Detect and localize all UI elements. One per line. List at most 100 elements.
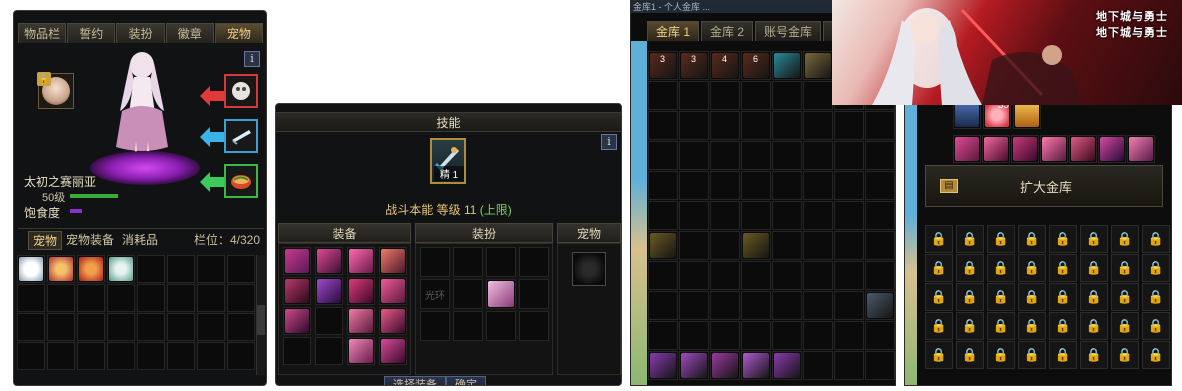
inventory-slot[interactable] (137, 342, 165, 370)
storage-slot[interactable] (834, 231, 864, 260)
equip-slot[interactable] (283, 277, 311, 305)
inventory-slot[interactable] (1011, 135, 1039, 163)
inventory-slot[interactable] (17, 255, 45, 283)
inventory-slot[interactable] (227, 342, 255, 370)
storage-slot[interactable] (679, 291, 709, 320)
pet-equip-slot-green[interactable] (224, 164, 258, 198)
tab-emblem[interactable]: 徽章 (165, 23, 214, 43)
avatar-slot[interactable] (420, 311, 450, 341)
inventory-slot[interactable] (107, 313, 135, 341)
storage-slot[interactable] (834, 321, 864, 350)
storage-slot[interactable] (679, 231, 709, 260)
avatar-slot[interactable] (420, 247, 450, 277)
inventory-slot[interactable]: 35 (983, 101, 1011, 129)
storage-slot[interactable] (772, 51, 802, 80)
storage-slot[interactable] (772, 261, 802, 290)
locked-pet-slot[interactable]: 🔒 (37, 72, 74, 109)
equip-slot[interactable] (379, 337, 407, 365)
storage-slot[interactable]: 3 (648, 51, 678, 80)
tab-account-storage[interactable]: 账号金库 (755, 21, 822, 41)
storage-slot[interactable] (741, 291, 771, 320)
tab-inventory[interactable]: 物品栏 (18, 23, 67, 43)
inventory-slot[interactable] (137, 255, 165, 283)
storage-slot[interactable] (741, 201, 771, 230)
inventory-slot[interactable] (982, 135, 1010, 163)
storage-slot[interactable] (741, 171, 771, 200)
storage-slot[interactable] (803, 291, 833, 320)
storage-slot[interactable] (710, 291, 740, 320)
avatar-slot[interactable] (519, 247, 549, 277)
inventory-slot[interactable] (17, 313, 45, 341)
storage-slot[interactable] (710, 231, 740, 260)
inventory-slot[interactable] (47, 342, 75, 370)
storage-slot[interactable] (710, 201, 740, 230)
equip-slot[interactable] (315, 277, 343, 305)
storage-slot[interactable] (741, 261, 771, 290)
storage-slot[interactable] (710, 261, 740, 290)
pet-slot[interactable] (572, 252, 606, 286)
tab-storage-2[interactable]: 金库 2 (701, 21, 754, 41)
subtab-pet-equipment[interactable]: 宠物装备 (66, 231, 114, 248)
aura-slot[interactable]: 光环 (420, 279, 450, 309)
storage-slot[interactable] (710, 111, 740, 140)
storage-slot[interactable] (865, 231, 895, 260)
inventory-slot[interactable] (1098, 135, 1126, 163)
storage-slot[interactable] (834, 141, 864, 170)
storage-slot[interactable] (803, 51, 833, 80)
inventory-slot[interactable] (167, 255, 195, 283)
storage-slot[interactable] (710, 351, 740, 380)
storage-slot[interactable] (803, 171, 833, 200)
select-equipment-button[interactable]: 选择装备 (384, 376, 446, 385)
avatar-slot[interactable] (486, 279, 516, 309)
storage-slot[interactable] (834, 351, 864, 380)
storage-slot[interactable] (834, 171, 864, 200)
equip-slot[interactable] (347, 307, 375, 335)
storage-slot[interactable]: 3 (679, 51, 709, 80)
storage-slot[interactable] (710, 321, 740, 350)
storage-slot[interactable] (648, 201, 678, 230)
equip-slot[interactable] (315, 307, 343, 335)
inventory-slot[interactable] (227, 255, 255, 283)
storage-slot[interactable] (679, 261, 709, 290)
equip-slot[interactable] (283, 307, 311, 335)
info-icon[interactable]: i (244, 51, 260, 67)
storage-slot[interactable] (772, 321, 802, 350)
inventory-scrollbar[interactable] (256, 255, 265, 375)
inventory-slot[interactable] (47, 255, 75, 283)
storage-slot[interactable] (865, 291, 895, 320)
storage-slot[interactable] (648, 261, 678, 290)
storage-slot[interactable] (679, 351, 709, 380)
storage-slot[interactable] (648, 81, 678, 110)
equip-slot[interactable] (315, 337, 343, 365)
storage-slot[interactable] (679, 201, 709, 230)
storage-slot[interactable] (803, 231, 833, 260)
storage-slot[interactable] (741, 231, 771, 260)
equip-slot[interactable] (347, 277, 375, 305)
avatar-slot[interactable] (519, 279, 549, 309)
storage-slot[interactable] (710, 81, 740, 110)
tab-oath[interactable]: 誓约 (67, 23, 116, 43)
storage-slot[interactable] (865, 171, 895, 200)
storage-slot[interactable] (834, 291, 864, 320)
storage-slot[interactable] (679, 111, 709, 140)
storage-slot[interactable] (865, 111, 895, 140)
storage-slot[interactable] (741, 351, 771, 380)
storage-slot[interactable] (772, 231, 802, 260)
inventory-slot[interactable] (197, 284, 225, 312)
storage-slot[interactable] (648, 141, 678, 170)
inventory-slot[interactable] (197, 342, 225, 370)
inventory-slot[interactable] (227, 284, 255, 312)
storage-slot[interactable] (865, 141, 895, 170)
storage-slot[interactable] (803, 351, 833, 380)
tab-pet[interactable]: 宠物 (214, 23, 264, 43)
storage-slot[interactable] (803, 321, 833, 350)
inventory-slot[interactable] (953, 101, 981, 129)
avatar-slot[interactable] (453, 247, 483, 277)
inventory-slot[interactable] (47, 313, 75, 341)
storage-slot[interactable]: 6 (741, 51, 771, 80)
storage-slot[interactable] (803, 81, 833, 110)
inventory-slot[interactable] (107, 342, 135, 370)
storage-slot[interactable] (803, 111, 833, 140)
equip-slot[interactable] (283, 247, 311, 275)
battle-instinct-skill-icon[interactable]: 精 1 (430, 138, 466, 184)
